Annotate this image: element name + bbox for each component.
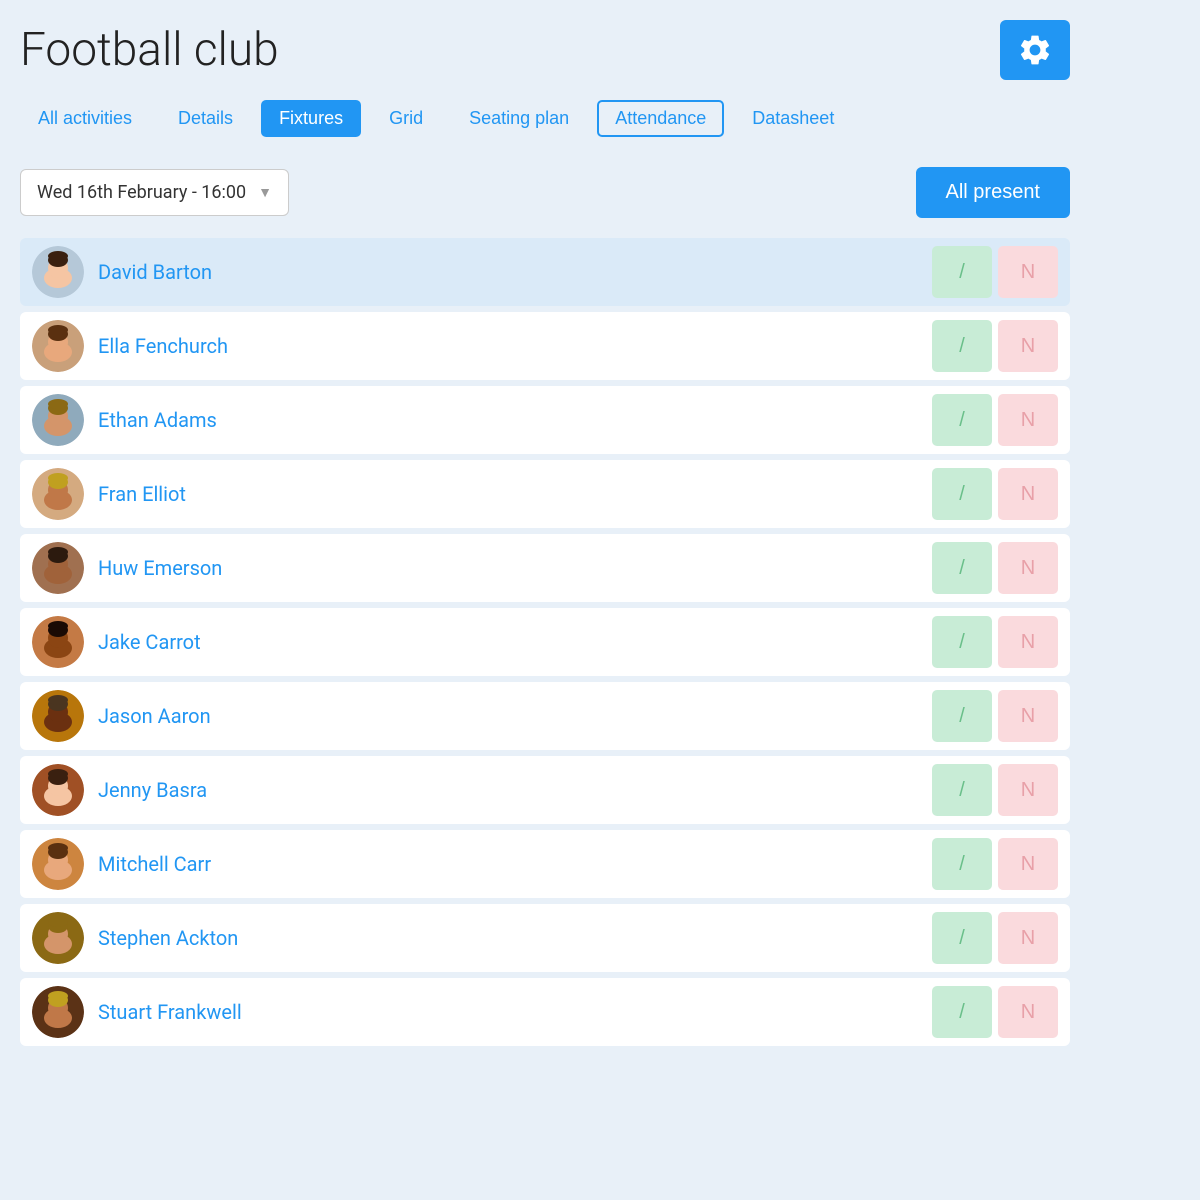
member-name: Ethan Adams: [98, 408, 918, 432]
attendance-actions: / N: [932, 468, 1058, 520]
table-row: Huw Emerson / N: [20, 534, 1070, 602]
member-name: Jason Aaron: [98, 704, 918, 728]
tab-attendance[interactable]: Attendance: [597, 100, 724, 137]
absent-button[interactable]: N: [998, 690, 1058, 742]
tab-nav: All activities Details Fixtures Grid Sea…: [20, 100, 1070, 137]
member-name: Mitchell Carr: [98, 852, 918, 876]
all-present-button[interactable]: All present: [916, 167, 1071, 218]
attendance-actions: / N: [932, 394, 1058, 446]
table-row: Mitchell Carr / N: [20, 830, 1070, 898]
avatar-image: [32, 764, 84, 816]
present-button[interactable]: /: [932, 320, 992, 372]
present-button[interactable]: /: [932, 246, 992, 298]
absent-button[interactable]: N: [998, 838, 1058, 890]
member-name: Jenny Basra: [98, 778, 918, 802]
absent-button[interactable]: N: [998, 986, 1058, 1038]
member-name: David Barton: [98, 260, 918, 284]
table-row: Stuart Frankwell / N: [20, 978, 1070, 1046]
table-row: Stephen Ackton / N: [20, 904, 1070, 972]
attendance-actions: / N: [932, 320, 1058, 372]
avatar-image: [32, 616, 84, 668]
gear-icon: [1017, 32, 1053, 68]
attendance-actions: / N: [932, 912, 1058, 964]
avatar-image: [32, 468, 84, 520]
attendance-actions: / N: [932, 246, 1058, 298]
avatar-image: [32, 320, 84, 372]
attendance-actions: / N: [932, 838, 1058, 890]
present-button[interactable]: /: [932, 690, 992, 742]
present-button[interactable]: /: [932, 986, 992, 1038]
tab-datasheet[interactable]: Datasheet: [734, 100, 852, 137]
absent-button[interactable]: N: [998, 542, 1058, 594]
avatar-image: [32, 986, 84, 1038]
avatar-image: [32, 394, 84, 446]
member-name: Stephen Ackton: [98, 926, 918, 950]
absent-button[interactable]: N: [998, 246, 1058, 298]
date-selector[interactable]: Wed 16th February - 16:00 ▼: [20, 169, 289, 216]
present-button[interactable]: /: [932, 764, 992, 816]
present-button[interactable]: /: [932, 468, 992, 520]
chevron-down-icon: ▼: [258, 184, 272, 201]
table-row: Jake Carrot / N: [20, 608, 1070, 676]
avatar-image: [32, 246, 84, 298]
tab-fixtures[interactable]: Fixtures: [261, 100, 361, 137]
tab-details[interactable]: Details: [160, 100, 251, 137]
present-button[interactable]: /: [932, 838, 992, 890]
absent-button[interactable]: N: [998, 468, 1058, 520]
tab-all-activities[interactable]: All activities: [20, 100, 150, 137]
table-row: Jason Aaron / N: [20, 682, 1070, 750]
absent-button[interactable]: N: [998, 394, 1058, 446]
attendance-actions: / N: [932, 690, 1058, 742]
tab-grid[interactable]: Grid: [371, 100, 441, 137]
table-row: Ethan Adams / N: [20, 386, 1070, 454]
attendance-actions: / N: [932, 986, 1058, 1038]
toolbar: Wed 16th February - 16:00 ▼ All present: [20, 167, 1070, 218]
avatar-image: [32, 912, 84, 964]
absent-button[interactable]: N: [998, 320, 1058, 372]
absent-button[interactable]: N: [998, 764, 1058, 816]
absent-button[interactable]: N: [998, 616, 1058, 668]
present-button[interactable]: /: [932, 542, 992, 594]
member-name: Ella Fenchurch: [98, 334, 918, 358]
table-row: Ella Fenchurch / N: [20, 312, 1070, 380]
avatar-image: [32, 838, 84, 890]
absent-button[interactable]: N: [998, 912, 1058, 964]
table-row: Fran Elliot / N: [20, 460, 1070, 528]
member-name: Stuart Frankwell: [98, 1000, 918, 1024]
attendance-actions: / N: [932, 616, 1058, 668]
avatar-image: [32, 542, 84, 594]
settings-button[interactable]: [1000, 20, 1070, 80]
attendance-list: David Barton / N Ella Fenchurch / N Etha…: [20, 238, 1070, 1046]
present-button[interactable]: /: [932, 394, 992, 446]
present-button[interactable]: /: [932, 912, 992, 964]
page-header: Football club: [20, 20, 1070, 80]
avatar-image: [32, 690, 84, 742]
attendance-actions: / N: [932, 764, 1058, 816]
table-row: David Barton / N: [20, 238, 1070, 306]
member-name: Fran Elliot: [98, 482, 918, 506]
member-name: Jake Carrot: [98, 630, 918, 654]
page-title: Football club: [20, 23, 279, 77]
date-label: Wed 16th February - 16:00: [37, 182, 246, 203]
table-row: Jenny Basra / N: [20, 756, 1070, 824]
attendance-actions: / N: [932, 542, 1058, 594]
present-button[interactable]: /: [932, 616, 992, 668]
member-name: Huw Emerson: [98, 556, 918, 580]
tab-seating-plan[interactable]: Seating plan: [451, 100, 587, 137]
